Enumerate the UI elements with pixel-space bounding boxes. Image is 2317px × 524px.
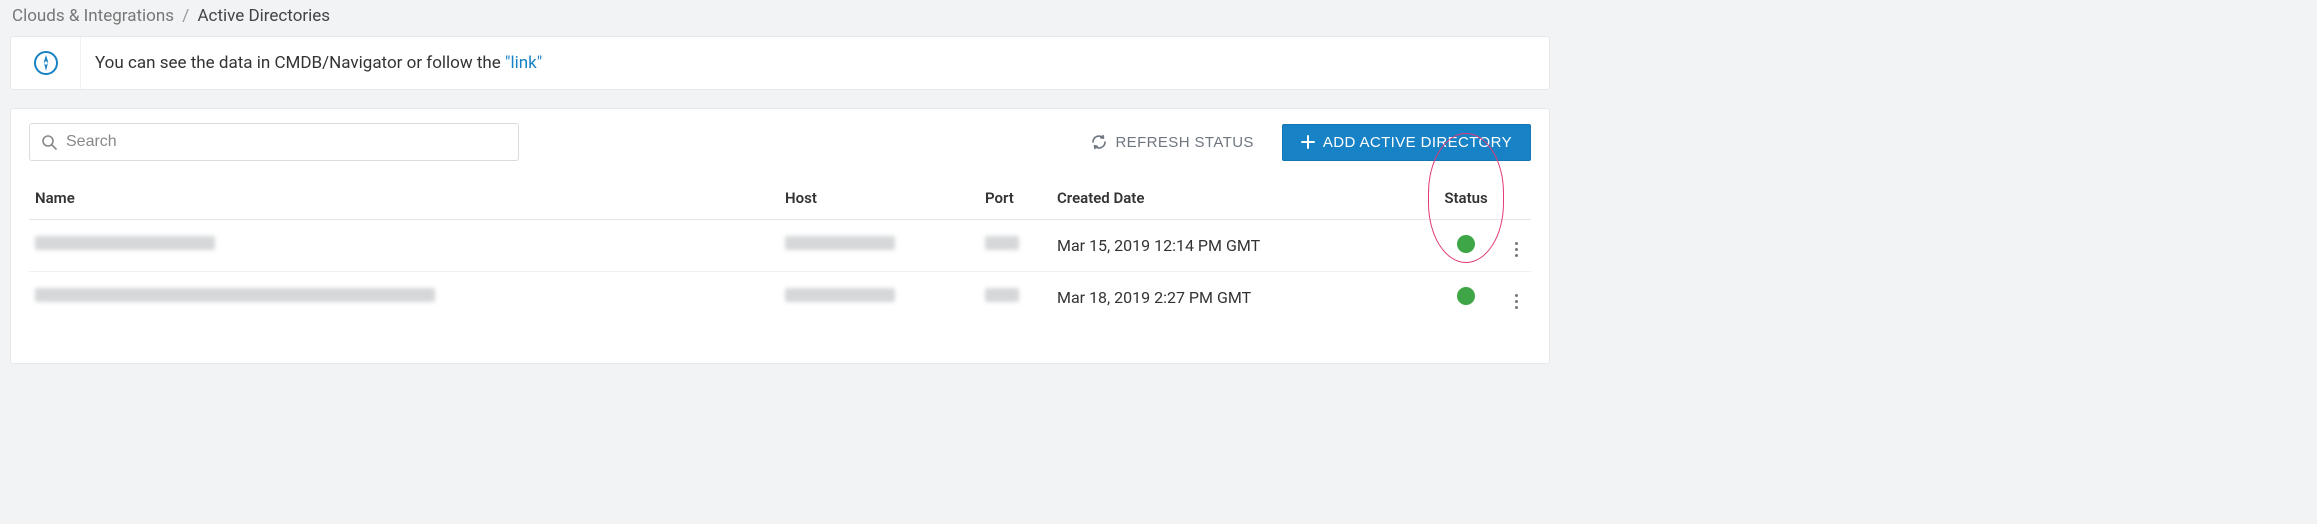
breadcrumb: Clouds & Integrations / Active Directori…	[10, 0, 1550, 36]
directories-table: Name Host Port Created Date Status	[29, 179, 1531, 323]
cell-name-redacted	[35, 236, 215, 250]
row-actions-menu-button[interactable]	[1511, 238, 1522, 261]
status-indicator-icon	[1457, 287, 1475, 305]
refresh-status-button[interactable]: REFRESH STATUS	[1077, 126, 1267, 159]
search-box	[29, 123, 519, 161]
search-icon	[41, 134, 57, 150]
cell-created-date: Mar 18, 2019 2:27 PM GMT	[1051, 272, 1431, 324]
column-header-created[interactable]: Created Date	[1051, 179, 1431, 220]
table-row: Mar 15, 2019 12:14 PM GMT	[29, 220, 1531, 272]
refresh-status-label: REFRESH STATUS	[1115, 134, 1253, 151]
column-header-name[interactable]: Name	[29, 179, 779, 220]
refresh-icon	[1091, 134, 1107, 150]
column-header-host[interactable]: Host	[779, 179, 979, 220]
info-banner-text: You can see the data in CMDB/Navigator o…	[95, 53, 505, 73]
cell-port-redacted	[985, 288, 1019, 302]
info-banner-link[interactable]: "link"	[505, 53, 542, 73]
column-header-port[interactable]: Port	[979, 179, 1051, 220]
column-header-status[interactable]: Status	[1431, 179, 1501, 220]
cell-host-redacted	[785, 288, 895, 302]
status-indicator-icon	[1457, 235, 1475, 253]
row-actions-menu-button[interactable]	[1511, 290, 1522, 313]
toolbar: REFRESH STATUS ADD ACTIVE DIRECTORY	[29, 123, 1531, 161]
plus-icon	[1301, 135, 1315, 149]
search-input[interactable]	[29, 123, 519, 161]
cell-port-redacted	[985, 236, 1019, 250]
breadcrumb-current: Active Directories	[197, 6, 330, 26]
table-row: Mar 18, 2019 2:27 PM GMT	[29, 272, 1531, 324]
info-banner-message: You can see the data in CMDB/Navigator o…	[81, 37, 556, 89]
content-card: REFRESH STATUS ADD ACTIVE DIRECTORY Name…	[10, 108, 1550, 364]
info-banner: You can see the data in CMDB/Navigator o…	[10, 36, 1550, 90]
column-header-actions	[1501, 179, 1531, 220]
compass-icon	[11, 37, 81, 89]
breadcrumb-separator: /	[182, 6, 189, 26]
cell-name-redacted	[35, 288, 435, 302]
breadcrumb-parent[interactable]: Clouds & Integrations	[12, 6, 174, 26]
cell-created-date: Mar 15, 2019 12:14 PM GMT	[1051, 220, 1431, 272]
cell-host-redacted	[785, 236, 895, 250]
add-active-directory-button[interactable]: ADD ACTIVE DIRECTORY	[1282, 124, 1531, 161]
add-active-directory-label: ADD ACTIVE DIRECTORY	[1323, 134, 1512, 151]
